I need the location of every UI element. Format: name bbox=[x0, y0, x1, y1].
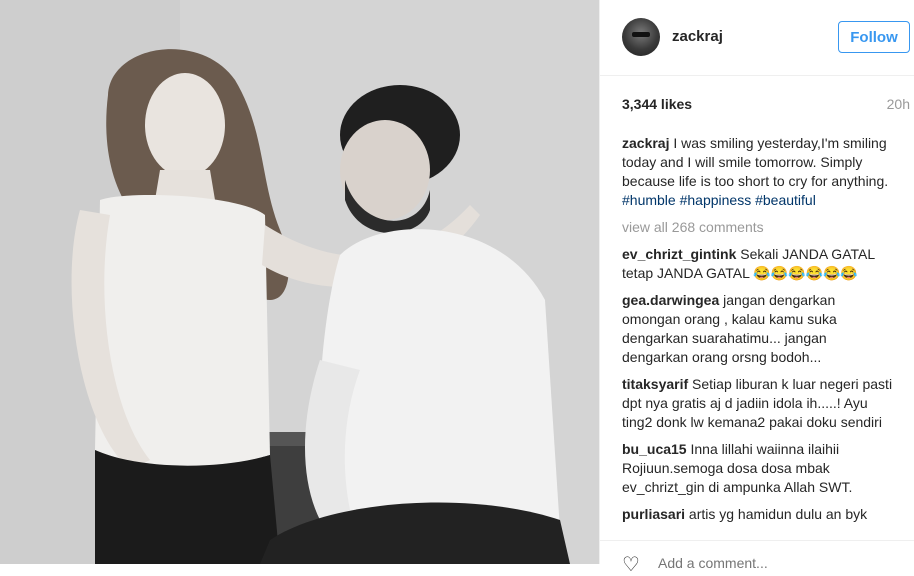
add-comment-input[interactable] bbox=[658, 555, 858, 571]
caption-username[interactable]: zackraj bbox=[622, 135, 669, 151]
photo-illustration bbox=[0, 0, 599, 564]
caption: zackraj I was smiling yesterday,I'm smil… bbox=[622, 134, 894, 210]
comment-username[interactable]: purliasari bbox=[622, 506, 685, 522]
follow-button[interactable]: Follow bbox=[838, 21, 910, 53]
likes-row: 3,344 likes 20h bbox=[622, 96, 910, 116]
heart-icon[interactable]: ♡ bbox=[622, 555, 644, 575]
comment-username[interactable]: ev_chrizt_gintink bbox=[622, 246, 736, 262]
header-username[interactable]: zackraj bbox=[672, 28, 723, 45]
comment-username[interactable]: titaksyarif bbox=[622, 376, 688, 392]
likes-count[interactable]: 3,344 likes bbox=[622, 96, 692, 112]
post-header: zackraj Follow bbox=[600, 0, 914, 76]
post-timestamp[interactable]: 20h bbox=[887, 96, 910, 112]
hashtag-link[interactable]: #happiness bbox=[680, 192, 752, 208]
hashtag-link[interactable]: #humble bbox=[622, 192, 676, 208]
post-sidebar: zackraj Follow 3,344 likes 20h zackraj I… bbox=[599, 0, 914, 575]
comment-item: ev_chrizt_gintink Sekali JANDA GATAL tet… bbox=[622, 245, 894, 283]
comments-list: zackraj I was smiling yesterday,I'm smil… bbox=[622, 134, 894, 532]
comment-item: gea.darwingea jangan dengarkan omongan o… bbox=[622, 291, 894, 367]
comment-item: titaksyarif Setiap liburan k luar negeri… bbox=[622, 375, 894, 432]
post-footer: ♡ bbox=[600, 540, 914, 575]
hashtag-link[interactable]: #beautiful bbox=[755, 192, 816, 208]
post-photo bbox=[0, 0, 599, 564]
caption-hashtags: #humble #happiness #beautiful bbox=[622, 191, 894, 210]
comment-text: artis yg hamidun dulu an byk bbox=[688, 506, 868, 522]
view-all-comments-link[interactable]: view all 268 comments bbox=[622, 218, 894, 237]
comment-item: bu_uca15 Inna lillahi waiinna ilaihii Ro… bbox=[622, 440, 894, 497]
avatar[interactable] bbox=[622, 18, 660, 56]
comment-username[interactable]: bu_uca15 bbox=[622, 441, 687, 457]
comment-item: purliasari artis yg hamidun dulu an byk bbox=[622, 505, 894, 524]
comment-username[interactable]: gea.darwingea bbox=[622, 292, 719, 308]
